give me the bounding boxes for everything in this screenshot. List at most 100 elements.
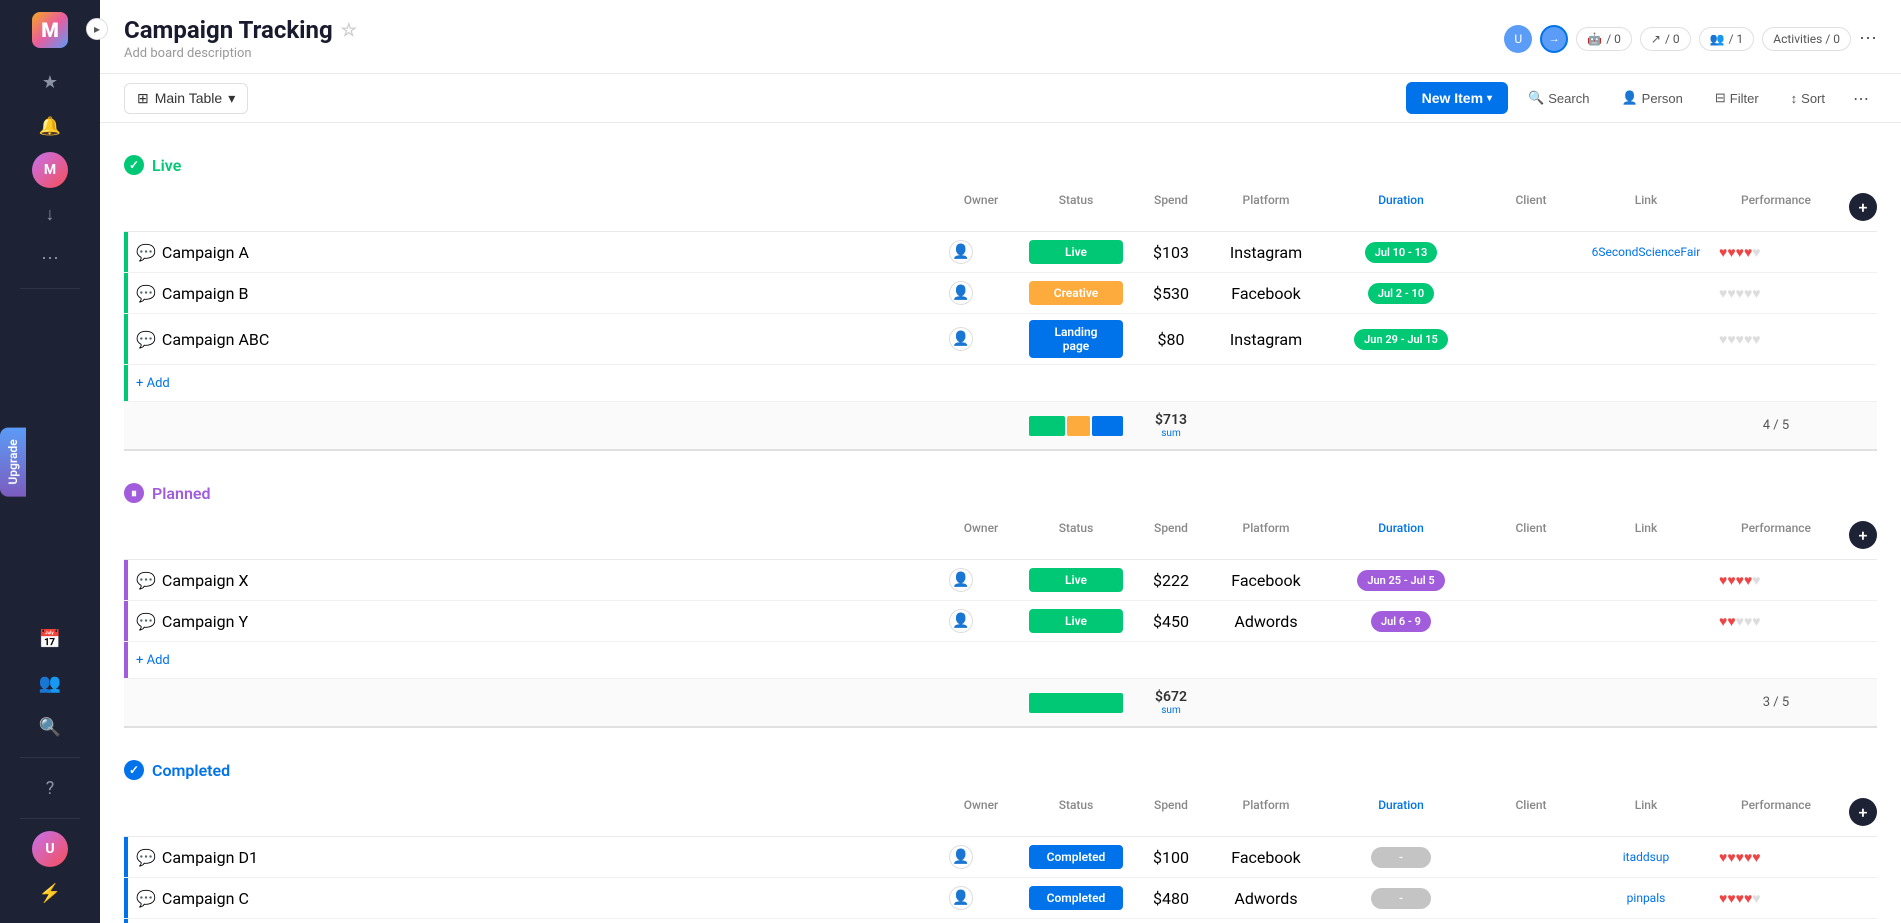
col-add[interactable]: + [1841, 792, 1877, 832]
heart-5: ♥ [1752, 849, 1760, 866]
heart-1: ♥ [1719, 285, 1727, 302]
header-share-count[interactable]: ↗/ 0 [1640, 27, 1691, 51]
owner-avatar[interactable]: 👤 [949, 886, 973, 910]
comment-icon[interactable]: 💬 [136, 571, 156, 590]
owner-avatar[interactable]: 👤 [949, 281, 973, 305]
owner-avatar[interactable]: 👤 [949, 609, 973, 633]
status-badge[interactable]: Completed [1029, 845, 1123, 869]
board-star-icon[interactable]: ☆ [341, 20, 357, 41]
row-perf-cell: ♥ ♥ ♥ ♥ ♥ [1711, 325, 1841, 354]
row-owner-cell: 👤 [941, 234, 1021, 270]
sidebar-item-flash[interactable]: ⚡ [32, 875, 68, 911]
status-badge[interactable]: Live [1029, 609, 1123, 633]
duration-badge: Jul 10 - 13 [1365, 242, 1438, 263]
sidebar-item-more[interactable]: ⋯ [32, 240, 68, 276]
status-badge[interactable]: Live [1029, 240, 1123, 264]
owner-avatar[interactable]: 👤 [949, 327, 973, 351]
sidebar-item-download[interactable]: ↓ [32, 196, 68, 232]
row-status-cell[interactable]: Live [1021, 603, 1131, 639]
row-duration-cell: Jul 6 - 9 [1321, 605, 1481, 638]
owner-avatar[interactable]: 👤 [949, 240, 973, 264]
header-activities[interactable]: Activities / 0 [1762, 27, 1851, 51]
row-link-cell[interactable]: pinpals [1581, 885, 1711, 911]
add-row-label[interactable]: + Add [128, 647, 1877, 674]
group-planned-header[interactable]: ⏸ Planned [124, 475, 1877, 511]
sidebar-item-help[interactable]: ? [32, 770, 68, 806]
heart-2: ♥ [1727, 572, 1735, 589]
header-robot-count[interactable]: 🤖/ 0 [1576, 27, 1632, 51]
add-row-completed[interactable]: + Add [124, 919, 1877, 923]
heart-5: ♥ [1752, 331, 1760, 348]
group-live-header[interactable]: ✓ Live [124, 147, 1877, 183]
row-link-cell[interactable]: 6SecondScienceFair [1581, 239, 1711, 265]
comment-icon[interactable]: 💬 [136, 284, 156, 303]
row-status-cell[interactable]: Completed [1021, 839, 1131, 875]
add-row-label[interactable]: + Add [128, 370, 1877, 397]
table-icon: ⊞ [137, 90, 149, 107]
sidebar-item-favorites[interactable]: ★ [32, 64, 68, 100]
group-completed-header[interactable]: ✓ Completed [124, 752, 1877, 788]
row-status-cell[interactable]: Live [1021, 562, 1131, 598]
row-spend-cell: $450 [1131, 606, 1211, 637]
add-row-planned[interactable]: + Add [124, 642, 1877, 679]
new-item-dropdown-arrow: ▾ [1487, 93, 1492, 104]
owner-avatar[interactable]: 👤 [949, 845, 973, 869]
header-more-btn[interactable]: ⋯ [1859, 28, 1877, 49]
comment-icon[interactable]: 💬 [136, 848, 156, 867]
bar-landing [1092, 416, 1124, 436]
sidebar-collapse-btn[interactable]: ▸ [86, 18, 108, 40]
col-duration: Duration [1321, 515, 1481, 555]
row-spend-cell: $222 [1131, 565, 1211, 596]
col-add[interactable]: + [1841, 515, 1877, 555]
add-column-btn-live[interactable]: + [1849, 193, 1877, 221]
new-item-button[interactable]: New Item ▾ [1406, 82, 1509, 114]
row-status-cell[interactable]: Creative [1021, 275, 1131, 311]
sort-button[interactable]: ↕ Sort [1779, 85, 1837, 112]
sidebar-item-team[interactable]: 👥 [32, 665, 68, 701]
row-status-cell[interactable]: Live [1021, 234, 1131, 270]
sidebar-user-avatar[interactable]: M [32, 152, 68, 188]
add-column-btn-completed[interactable]: + [1849, 798, 1877, 826]
col-link: Link [1581, 792, 1711, 832]
owner-avatar[interactable]: 👤 [949, 568, 973, 592]
comment-icon[interactable]: 💬 [136, 330, 156, 349]
completed-col-headers: Owner Status Spend Platform Duration Cli… [124, 788, 1877, 837]
add-column-btn-planned[interactable]: + [1849, 521, 1877, 549]
col-spend: Spend [1131, 792, 1211, 832]
search-button[interactable]: 🔍 Search [1516, 84, 1601, 112]
row-name-cell: 💬 Campaign X [128, 565, 941, 596]
col-client: Client [1481, 792, 1581, 832]
filter-button[interactable]: ⊟ Filter [1703, 84, 1771, 112]
col-add[interactable]: + [1841, 187, 1877, 227]
row-link-cell[interactable]: itaddsup [1581, 844, 1711, 870]
status-badge[interactable]: Creative [1029, 281, 1123, 305]
row-link-cell [1581, 615, 1711, 627]
app-logo[interactable]: M [32, 12, 68, 48]
sidebar-item-calendar[interactable]: 📅 [32, 621, 68, 657]
user-avatar[interactable]: U [32, 831, 68, 867]
comment-icon[interactable]: 💬 [136, 612, 156, 631]
status-badge[interactable]: Landing page [1029, 320, 1123, 358]
main-table-btn[interactable]: ⊞ Main Table ▾ [124, 83, 248, 114]
summary-spend-value: $713 [1139, 412, 1203, 428]
add-row-live[interactable]: + Add [124, 365, 1877, 402]
comment-icon[interactable]: 💬 [136, 243, 156, 262]
board-description[interactable]: Add board description [124, 46, 357, 61]
toolbar-more-btn[interactable]: ⋯ [1845, 83, 1877, 114]
sidebar-item-search[interactable]: 🔍 [32, 709, 68, 745]
row-perf-cell: ♥ ♥ ♥ ♥ ♥ [1711, 566, 1841, 595]
status-badge[interactable]: Live [1029, 568, 1123, 592]
header-avatar-2[interactable]: → [1540, 25, 1568, 53]
header-invite-count[interactable]: 👥/ 1 [1699, 27, 1755, 51]
row-status-cell[interactable]: Completed [1021, 880, 1131, 916]
header-avatar[interactable]: U [1504, 25, 1532, 53]
row-status-cell[interactable]: Landing page [1021, 314, 1131, 364]
sidebar-item-notifications[interactable]: 🔔 [32, 108, 68, 144]
status-badge[interactable]: Completed [1029, 886, 1123, 910]
comment-icon[interactable]: 💬 [136, 889, 156, 908]
group-planned: ⏸ Planned Owner Status Spend Platform Du… [124, 475, 1877, 728]
row-name-cell: 💬 Campaign D1 [128, 842, 941, 873]
header-actions: U → 🤖/ 0 ↗/ 0 👥/ 1 Activities / 0 ⋯ [1504, 25, 1877, 53]
person-filter-button[interactable]: 👤 Person [1609, 84, 1694, 112]
upgrade-tab[interactable]: Upgrade [0, 427, 26, 496]
